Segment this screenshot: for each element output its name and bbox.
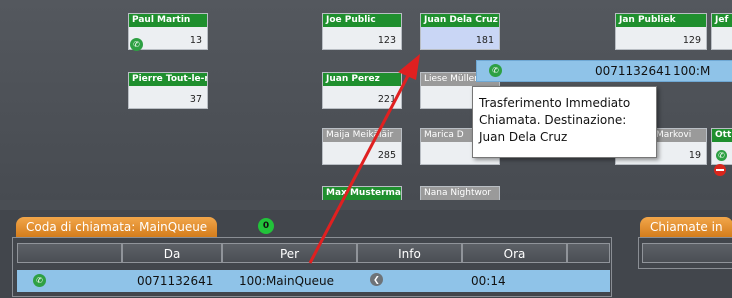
drag-arrow (308, 54, 420, 264)
drag-arrow-line (308, 71, 412, 264)
drag-arrow-head (398, 54, 420, 80)
